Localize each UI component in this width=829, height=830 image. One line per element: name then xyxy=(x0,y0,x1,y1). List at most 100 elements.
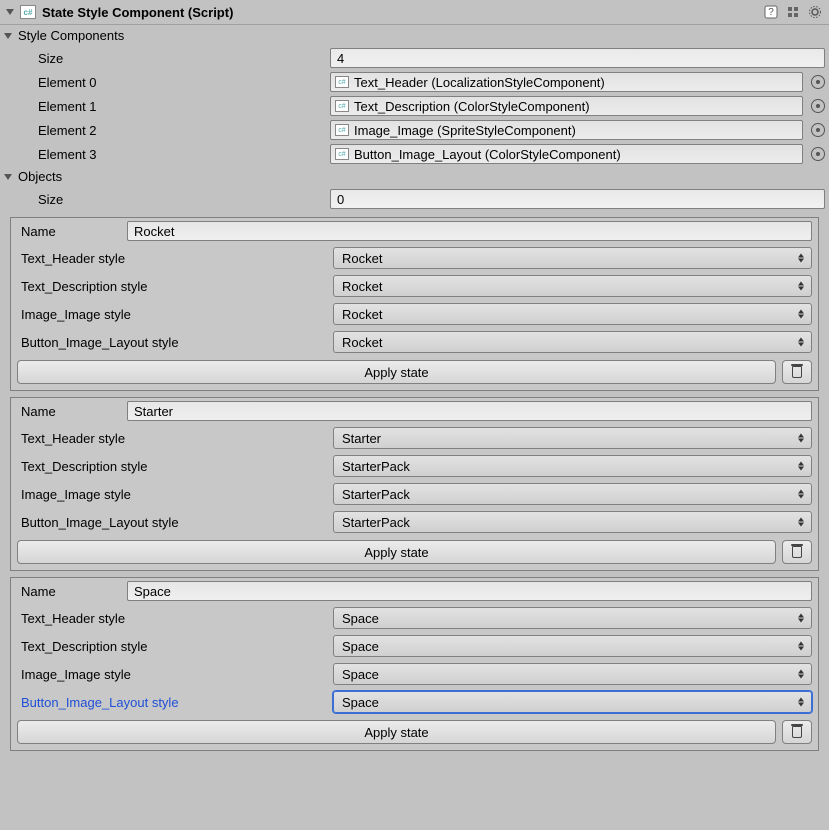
state-block: Name Text_Header style Starter Text_Desc… xyxy=(10,397,819,571)
object-field-value: Text_Description (ColorStyleComponent) xyxy=(354,99,590,114)
dropdown-arrows-icon xyxy=(797,642,805,651)
delete-button[interactable] xyxy=(782,360,812,384)
style-row-label: Image_Image style xyxy=(17,667,333,682)
trash-icon xyxy=(792,546,802,558)
script-icon: c# xyxy=(20,5,36,19)
element-label: Element 1 xyxy=(4,99,330,114)
dropdown-value: Rocket xyxy=(342,335,382,350)
element-label: Element 3 xyxy=(4,147,330,162)
dropdown-arrows-icon xyxy=(797,310,805,319)
state-name-input[interactable] xyxy=(127,221,812,241)
dropdown-value: Starter xyxy=(342,431,381,446)
dropdown-value: StarterPack xyxy=(342,487,410,502)
style-row-label: Text_Description style xyxy=(17,459,333,474)
style-row-label: Button_Image_Layout style xyxy=(17,335,333,350)
state-name-input[interactable] xyxy=(127,581,812,601)
script-icon: c# xyxy=(335,100,349,112)
style-row-label: Text_Description style xyxy=(17,639,333,654)
style-components-header[interactable]: Style Components xyxy=(0,25,829,46)
gear-icon[interactable] xyxy=(807,4,823,20)
style-components-label: Style Components xyxy=(18,28,124,43)
size-input[interactable] xyxy=(330,48,825,68)
style-row-label: Button_Image_Layout style xyxy=(17,515,333,530)
style-dropdown[interactable]: Space xyxy=(333,691,812,713)
dropdown-arrows-icon xyxy=(797,518,805,527)
delete-button[interactable] xyxy=(782,720,812,744)
object-picker-icon[interactable] xyxy=(811,99,825,113)
style-row-label: Button_Image_Layout style xyxy=(17,695,333,710)
object-picker-icon[interactable] xyxy=(811,123,825,137)
apply-state-button[interactable]: Apply state xyxy=(17,360,776,384)
foldout-icon xyxy=(4,33,12,39)
apply-state-button[interactable]: Apply state xyxy=(17,720,776,744)
trash-icon xyxy=(792,366,802,378)
foldout-icon xyxy=(4,174,12,180)
component-header: c# State Style Component (Script) ? xyxy=(0,0,829,25)
foldout-icon[interactable] xyxy=(6,9,14,15)
object-picker-icon[interactable] xyxy=(811,147,825,161)
dropdown-arrows-icon xyxy=(797,490,805,499)
style-row-label: Image_Image style xyxy=(17,487,333,502)
style-dropdown[interactable]: Rocket xyxy=(333,247,812,269)
state-name-label: Name xyxy=(17,224,127,239)
svg-text:?: ? xyxy=(768,7,774,18)
object-field-value: Text_Header (LocalizationStyleComponent) xyxy=(354,75,605,90)
objects-size-input[interactable] xyxy=(330,189,825,209)
state-block: Name Text_Header style Rocket Text_Descr… xyxy=(10,217,819,391)
script-icon: c# xyxy=(335,76,349,88)
dropdown-arrows-icon xyxy=(797,282,805,291)
style-row-label: Text_Header style xyxy=(17,251,333,266)
object-field-value: Button_Image_Layout (ColorStyleComponent… xyxy=(354,147,621,162)
script-icon: c# xyxy=(335,124,349,136)
object-field[interactable]: c# Text_Description (ColorStyleComponent… xyxy=(330,96,803,116)
style-row-label: Text_Header style xyxy=(17,611,333,626)
delete-button[interactable] xyxy=(782,540,812,564)
size-label: Size xyxy=(4,51,330,66)
dropdown-arrows-icon xyxy=(797,434,805,443)
style-dropdown[interactable]: Space xyxy=(333,635,812,657)
dropdown-arrows-icon xyxy=(797,670,805,679)
style-dropdown[interactable]: Space xyxy=(333,663,812,685)
state-name-label: Name xyxy=(17,404,127,419)
objects-label: Objects xyxy=(18,169,62,184)
style-dropdown[interactable]: StarterPack xyxy=(333,483,812,505)
object-picker-icon[interactable] xyxy=(811,75,825,89)
dropdown-value: StarterPack xyxy=(342,459,410,474)
script-icon: c# xyxy=(335,148,349,160)
style-row-label: Image_Image style xyxy=(17,307,333,322)
dropdown-value: StarterPack xyxy=(342,515,410,530)
objects-size-label: Size xyxy=(4,192,330,207)
component-title: State Style Component (Script) xyxy=(42,5,763,20)
object-field[interactable]: c# Image_Image (SpriteStyleComponent) xyxy=(330,120,803,140)
style-dropdown[interactable]: StarterPack xyxy=(333,511,812,533)
preset-icon[interactable] xyxy=(785,4,801,20)
element-label: Element 2 xyxy=(4,123,330,138)
style-dropdown[interactable]: Rocket xyxy=(333,275,812,297)
dropdown-value: Space xyxy=(342,639,379,654)
style-dropdown[interactable]: Starter xyxy=(333,427,812,449)
objects-header[interactable]: Objects xyxy=(0,166,829,187)
dropdown-arrows-icon xyxy=(797,338,805,347)
style-dropdown[interactable]: Space xyxy=(333,607,812,629)
dropdown-value: Rocket xyxy=(342,307,382,322)
state-name-label: Name xyxy=(17,584,127,599)
object-field[interactable]: c# Text_Header (LocalizationStyleCompone… xyxy=(330,72,803,92)
dropdown-value: Space xyxy=(342,667,379,682)
state-block: Name Text_Header style Space Text_Descri… xyxy=(10,577,819,751)
object-field-value: Image_Image (SpriteStyleComponent) xyxy=(354,123,576,138)
dropdown-value: Space xyxy=(342,695,379,710)
style-dropdown[interactable]: Rocket xyxy=(333,331,812,353)
state-name-input[interactable] xyxy=(127,401,812,421)
dropdown-value: Space xyxy=(342,611,379,626)
object-field[interactable]: c# Button_Image_Layout (ColorStyleCompon… xyxy=(330,144,803,164)
element-label: Element 0 xyxy=(4,75,330,90)
dropdown-value: Rocket xyxy=(342,251,382,266)
style-row-label: Text_Header style xyxy=(17,431,333,446)
dropdown-value: Rocket xyxy=(342,279,382,294)
style-dropdown[interactable]: StarterPack xyxy=(333,455,812,477)
dropdown-arrows-icon xyxy=(797,254,805,263)
trash-icon xyxy=(792,726,802,738)
style-dropdown[interactable]: Rocket xyxy=(333,303,812,325)
apply-state-button[interactable]: Apply state xyxy=(17,540,776,564)
help-icon[interactable]: ? xyxy=(763,4,779,20)
